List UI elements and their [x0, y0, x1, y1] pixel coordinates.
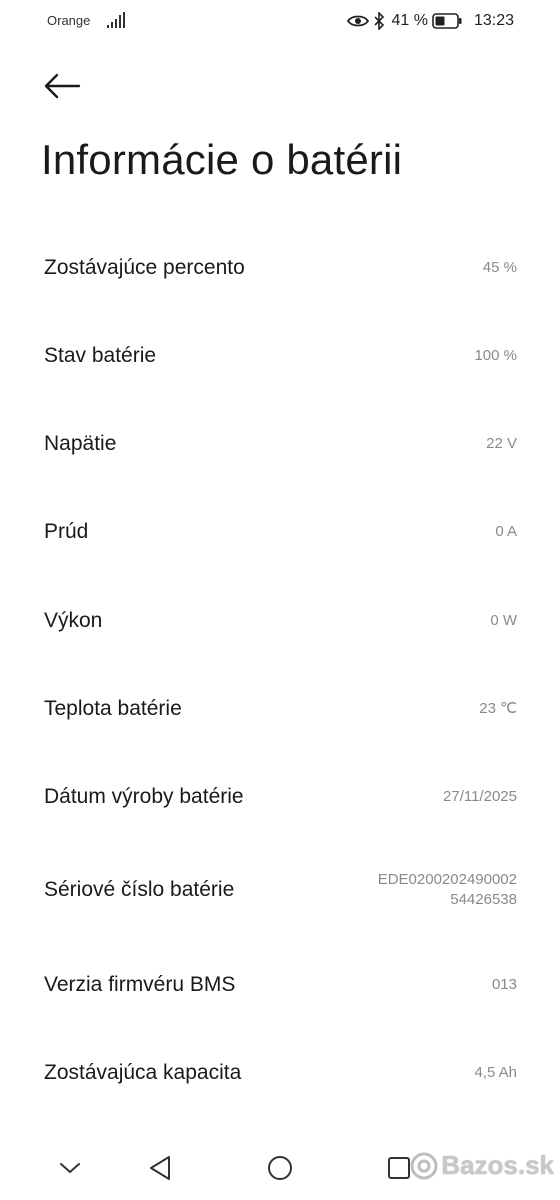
row-label: Zostávajúce percento: [44, 256, 245, 279]
list-item-bms-firmware[interactable]: Verzia firmvéru BMS 013: [0, 955, 560, 1015]
row-label: Prúd: [44, 520, 89, 543]
row-value: 27/11/2025: [443, 788, 517, 805]
bluetooth-icon: [374, 12, 385, 30]
nav-home-button[interactable]: [264, 1152, 296, 1184]
list-item-remaining-percent[interactable]: Zostávajúce percento 45 %: [0, 238, 560, 298]
row-label: Sériové číslo batérie: [44, 878, 235, 901]
row-value: 4,5 Ah: [474, 1064, 517, 1081]
list-item-temperature[interactable]: Teplota batérie 23 ℃: [0, 679, 560, 739]
row-value: 45 %: [482, 259, 517, 276]
row-label: Teplota batérie: [44, 697, 182, 720]
row-value: 100 %: [474, 347, 517, 364]
row-value: EDE0200202490002 54426538: [377, 871, 517, 908]
watermark-text: Bazos.sk: [441, 1150, 554, 1180]
page-title: Informácie o batérii: [41, 136, 403, 183]
row-label: Výkon: [44, 609, 103, 632]
hide-nav-button[interactable]: [54, 1152, 86, 1184]
row-label: Zostávajúca kapacita: [44, 1061, 242, 1084]
row-value: 22 V: [486, 435, 517, 452]
back-triangle-icon: [150, 1156, 170, 1180]
list-item-remaining-capacity[interactable]: Zostávajúca kapacita 4,5 Ah: [0, 1043, 560, 1103]
row-value: 23 ℃: [479, 700, 517, 717]
row-value: 013: [491, 976, 517, 993]
nav-back-button[interactable]: [144, 1152, 176, 1184]
list-item-current[interactable]: Prúd 0 A: [0, 502, 560, 562]
row-label: Dátum výroby batérie: [44, 785, 244, 808]
row-label: Stav batérie: [44, 344, 157, 367]
row-value: 0 W: [490, 612, 517, 629]
status-bar: Orange 41 % 13:23: [0, 0, 560, 44]
row-value: 0 A: [495, 523, 517, 540]
home-circle-icon: [268, 1156, 292, 1180]
watermark: Bazos.sk: [409, 1150, 554, 1181]
carrier-name: Orange: [47, 13, 91, 28]
battery-icon: [432, 13, 462, 29]
battery-percent: 41 %: [391, 12, 428, 29]
recents-square-icon: [388, 1157, 410, 1179]
list-item-battery-health[interactable]: Stav batérie 100 %: [0, 326, 560, 386]
row-label: Verzia firmvéru BMS: [44, 973, 236, 996]
list-item-serial-number[interactable]: Sériové číslo batérie EDE0200202490002 5…: [0, 860, 560, 920]
list-item-voltage[interactable]: Napätie 22 V: [0, 414, 560, 474]
back-button[interactable]: [38, 66, 86, 106]
list-item-manufacture-date[interactable]: Dátum výroby batérie 27/11/2025: [0, 767, 560, 827]
chevron-down-icon: [60, 1163, 80, 1173]
arrow-left-icon: [44, 73, 81, 99]
at-sign-icon: [410, 1152, 438, 1179]
eye-icon: [347, 15, 370, 27]
signal-icon: [107, 12, 125, 28]
row-label: Napätie: [44, 432, 117, 455]
status-icons: 41 % 13:23: [347, 10, 514, 32]
clock-time: 13:23: [473, 12, 514, 29]
list-item-power[interactable]: Výkon 0 W: [0, 591, 560, 651]
